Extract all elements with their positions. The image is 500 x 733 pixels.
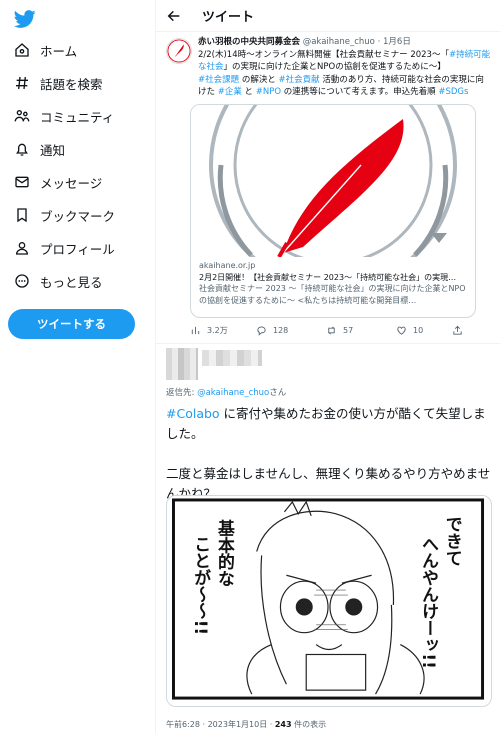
nav-communities[interactable]: コミュニティ bbox=[14, 104, 114, 128]
comic-text-2: ことが〜〜!! bbox=[191, 536, 211, 636]
share-icon bbox=[453, 325, 462, 335]
link-card[interactable]: akaihane.or.jp 2月2日開催！【社会貢献セミナー 2023〜「持続… bbox=[190, 104, 476, 318]
text-segment: の解決と bbox=[239, 74, 279, 85]
nav-label: 話題を検索 bbox=[40, 76, 103, 92]
reply-action[interactable]: 128 bbox=[256, 325, 326, 336]
reply-icon bbox=[257, 325, 266, 336]
reply-suffix: さん bbox=[269, 388, 287, 398]
author-name[interactable]: 赤い羽根の中央共同募金会 bbox=[198, 37, 300, 47]
bookmark-icon bbox=[17, 208, 27, 223]
tweet-time[interactable]: 午前6:28 · 2023年1月10日 · bbox=[166, 720, 275, 729]
twitter-logo-icon[interactable] bbox=[14, 8, 36, 30]
mail-icon bbox=[15, 176, 29, 188]
reply-handle-link[interactable]: @akaihane_chuo bbox=[197, 388, 269, 398]
person-icon bbox=[15, 242, 29, 255]
hashtag-link[interactable]: #企業 bbox=[218, 87, 242, 97]
nav-label: メッセージ bbox=[40, 175, 103, 191]
nav-label: ホーム bbox=[40, 43, 78, 59]
text-segment: と bbox=[241, 87, 256, 97]
views-icon bbox=[191, 326, 200, 334]
tweet-meta: 午前6:28 · 2023年1月10日 · 243 件の表示 bbox=[166, 719, 326, 730]
nav-more[interactable]: もっと見る bbox=[14, 269, 103, 293]
hashtag-icon bbox=[16, 76, 28, 90]
communities-icon bbox=[14, 110, 30, 122]
comic-text-4: へんやんけーッ!! bbox=[419, 536, 439, 669]
hashtag-link[interactable]: #社会課題 bbox=[198, 75, 239, 85]
like-count: 10 bbox=[413, 325, 424, 335]
share-action[interactable] bbox=[452, 325, 469, 336]
quoted-tweet-actions: 3.2万 128 57 10 bbox=[190, 322, 476, 338]
nav-explore[interactable]: 話題を検索 bbox=[14, 71, 103, 95]
nav-messages[interactable]: メッセージ bbox=[14, 170, 102, 194]
nav-bookmarks[interactable]: ブックマーク bbox=[14, 203, 115, 227]
views-count: 3.2万 bbox=[207, 325, 228, 335]
nav-profile[interactable]: プロフィール bbox=[14, 236, 115, 260]
hashtag-link[interactable]: #Colabo bbox=[166, 406, 220, 421]
left-sidebar: ホーム 話題を検索 コミュニティ 通知 メッセージ ブックマーク プロフィール … bbox=[0, 0, 156, 733]
quoted-tweet-text: 2/2(木)14時〜オンライン無料開催【社会貢献セミナー 2023〜「#持続可能… bbox=[198, 49, 492, 99]
text-segment: の連携等について考えます。申込先着順 bbox=[281, 87, 439, 97]
reply-to-line: 返信先: @akaihane_chuoさん bbox=[166, 386, 286, 398]
text-segment: 」の実現に向けた企業とNPOの協創を促進するために〜】 bbox=[223, 62, 446, 72]
reply-prefix: 返信先: bbox=[166, 388, 198, 398]
nav-label: プロフィール bbox=[40, 241, 115, 257]
manga-panel-image[interactable]: 基本的な ことが〜〜!! できて へんやんけーッ!! bbox=[166, 495, 492, 707]
comic-text-1: 基本的な bbox=[215, 519, 235, 588]
author-handle[interactable]: @akaihane_chuo bbox=[303, 37, 375, 47]
card-meta: akaihane.or.jp 2月2日開催！【社会貢献セミナー 2023〜「持続… bbox=[191, 257, 475, 309]
heart-icon bbox=[397, 326, 406, 335]
top-bar: ツイート bbox=[156, 0, 500, 32]
nav-label: もっと見る bbox=[40, 274, 103, 290]
more-icon bbox=[15, 274, 29, 288]
tweet-button[interactable]: ツイートする bbox=[8, 309, 135, 339]
nav-home[interactable]: ホーム bbox=[14, 38, 77, 62]
comic-text-3: できて bbox=[443, 516, 463, 567]
nav-label: 通知 bbox=[40, 142, 66, 158]
nav-label: ブックマーク bbox=[40, 208, 116, 224]
nav-label: コミュニティ bbox=[40, 109, 115, 125]
avatar[interactable] bbox=[166, 348, 198, 380]
home-icon bbox=[15, 43, 29, 57]
hashtag-link[interactable]: #SDGs bbox=[438, 87, 468, 97]
red-feather-avatar-icon[interactable] bbox=[166, 38, 192, 64]
reply-count: 128 bbox=[273, 325, 289, 335]
view-count: 243 bbox=[274, 720, 292, 729]
hashtag-link[interactable]: #NPO bbox=[256, 87, 281, 97]
red-feather-logo-image bbox=[191, 105, 475, 257]
retweet-count: 57 bbox=[343, 325, 354, 335]
tweet-text: #Colabo に寄付や集めたお金の使い方が酷くて失望しました。 二度と募金はしま… bbox=[166, 404, 492, 504]
card-title: 2月2日開催！【社会貢献セミナー 2023〜「持続可能な社会」の実現… bbox=[199, 272, 457, 282]
card-description: 社会貢献セミナー 2023 〜「持続可能な社会」の実現に向けた企業とNPOの協創… bbox=[199, 284, 466, 305]
views-stat[interactable]: 3.2万 bbox=[190, 325, 256, 336]
author-name-redacted[interactable] bbox=[202, 350, 262, 366]
back-arrow-icon[interactable] bbox=[166, 8, 182, 24]
hashtag-link[interactable]: #社会貢献 bbox=[279, 75, 320, 85]
tweet-date[interactable]: · 1月6日 bbox=[378, 37, 411, 47]
divider bbox=[156, 343, 500, 344]
page-title: ツイート bbox=[202, 10, 255, 25]
retweet-icon bbox=[328, 326, 335, 334]
card-domain: akaihane.or.jp bbox=[199, 261, 256, 270]
quoted-tweet-body: 赤い羽根の中央共同募金会 @akaihane_chuo · 1月6日 2/2(木… bbox=[198, 36, 492, 99]
like-action[interactable]: 10 bbox=[396, 325, 452, 336]
retweet-action[interactable]: 57 bbox=[326, 325, 396, 336]
text-segment: 2/2(木)14時〜オンライン無料開催【社会貢献セミナー 2023〜「 bbox=[198, 49, 449, 60]
bell-icon bbox=[16, 143, 28, 156]
main-column: ツイート 赤い羽根の中央共同募金会 @akaihane_chuo · 1月6日 … bbox=[156, 0, 500, 733]
nav-notifications[interactable]: 通知 bbox=[14, 137, 65, 161]
view-suffix: 件の表示 bbox=[291, 720, 327, 729]
